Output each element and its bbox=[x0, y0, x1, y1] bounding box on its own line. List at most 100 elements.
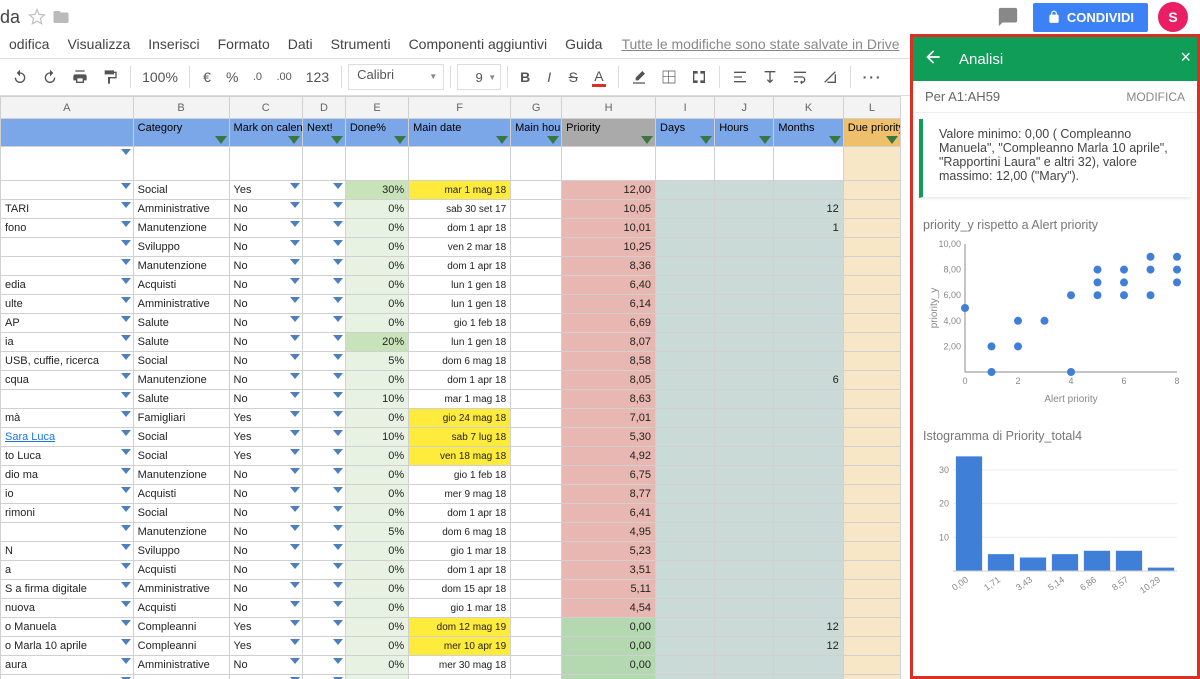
cell[interactable] bbox=[511, 276, 562, 295]
cell[interactable]: 0,00 bbox=[562, 618, 656, 637]
cell[interactable]: Amministrative bbox=[133, 580, 229, 599]
cell[interactable] bbox=[656, 200, 715, 219]
cell[interactable]: mer 9 mag 18 bbox=[409, 485, 511, 504]
cell[interactable] bbox=[303, 523, 346, 542]
cell[interactable]: 8,05 bbox=[562, 371, 656, 390]
v-align-button[interactable] bbox=[756, 65, 784, 89]
cell[interactable] bbox=[656, 580, 715, 599]
cell[interactable]: 0% bbox=[345, 618, 408, 637]
cell[interactable] bbox=[843, 314, 900, 333]
menu-item[interactable]: Formato bbox=[209, 32, 279, 56]
cell[interactable]: TARI bbox=[1, 200, 134, 219]
cell[interactable] bbox=[774, 561, 843, 580]
cell[interactable] bbox=[303, 238, 346, 257]
cell[interactable]: gio 1 feb 18 bbox=[409, 466, 511, 485]
undo-button[interactable] bbox=[6, 65, 34, 89]
cell[interactable] bbox=[843, 147, 900, 181]
cell[interactable]: 5,11 bbox=[562, 580, 656, 599]
cell[interactable]: 0% bbox=[345, 238, 408, 257]
merge-cells-button[interactable] bbox=[685, 65, 713, 89]
cell[interactable]: 0% bbox=[345, 637, 408, 656]
cell[interactable] bbox=[774, 181, 843, 200]
header-cell[interactable]: Main hour bbox=[511, 119, 562, 147]
cell[interactable]: 0% bbox=[345, 447, 408, 466]
cell[interactable] bbox=[843, 200, 900, 219]
cell[interactable]: dom 15 apr 18 bbox=[409, 580, 511, 599]
cell[interactable] bbox=[774, 295, 843, 314]
cell[interactable]: lun 1 gen 18 bbox=[409, 276, 511, 295]
cell[interactable]: ven 18 mag 18 bbox=[409, 447, 511, 466]
cell[interactable]: 3,51 bbox=[562, 561, 656, 580]
cell[interactable] bbox=[715, 181, 774, 200]
cell[interactable]: dom 6 mag 18 bbox=[409, 352, 511, 371]
cell[interactable] bbox=[715, 580, 774, 599]
cell[interactable] bbox=[656, 181, 715, 200]
cell[interactable] bbox=[511, 181, 562, 200]
cell[interactable] bbox=[303, 466, 346, 485]
cell[interactable]: Acquisti bbox=[133, 599, 229, 618]
column-header[interactable]: J bbox=[715, 97, 774, 119]
cell[interactable]: Sviluppo bbox=[133, 542, 229, 561]
cell[interactable] bbox=[656, 675, 715, 679]
cell[interactable] bbox=[1, 238, 134, 257]
cell[interactable]: sab 7 lug 18 bbox=[409, 428, 511, 447]
cell[interactable] bbox=[511, 314, 562, 333]
cell[interactable] bbox=[843, 542, 900, 561]
cell[interactable]: dom 1 apr 18 bbox=[409, 561, 511, 580]
doc-title[interactable]: da bbox=[0, 7, 20, 28]
cell[interactable]: 8,77 bbox=[562, 485, 656, 504]
cell[interactable]: 0% bbox=[345, 371, 408, 390]
format-currency-button[interactable]: € bbox=[196, 65, 218, 89]
cell[interactable] bbox=[511, 447, 562, 466]
cell[interactable] bbox=[843, 409, 900, 428]
cell[interactable] bbox=[843, 276, 900, 295]
cell[interactable] bbox=[303, 295, 346, 314]
cell[interactable] bbox=[511, 561, 562, 580]
cell[interactable]: Manutenzione bbox=[133, 257, 229, 276]
cell[interactable]: o Manuela bbox=[1, 618, 134, 637]
cell[interactable]: 0% bbox=[345, 295, 408, 314]
cell[interactable] bbox=[715, 276, 774, 295]
cell[interactable]: Salute bbox=[133, 390, 229, 409]
cell[interactable]: Amministrative bbox=[133, 656, 229, 675]
cell[interactable]: No bbox=[229, 219, 302, 238]
cell[interactable] bbox=[774, 580, 843, 599]
header-cell[interactable]: Done% bbox=[345, 119, 408, 147]
cell[interactable] bbox=[1, 181, 134, 200]
cell[interactable] bbox=[345, 147, 408, 181]
cell[interactable] bbox=[511, 219, 562, 238]
cell[interactable]: No bbox=[229, 580, 302, 599]
cell[interactable]: mar 1 mag 18 bbox=[409, 390, 511, 409]
cell[interactable] bbox=[656, 466, 715, 485]
increase-decimal-button[interactable]: .00 bbox=[270, 67, 297, 87]
cell[interactable]: No bbox=[229, 656, 302, 675]
cell[interactable]: dom 1 apr 18 bbox=[409, 257, 511, 276]
cell[interactable] bbox=[656, 276, 715, 295]
cell[interactable] bbox=[656, 599, 715, 618]
cell[interactable]: 0% bbox=[345, 542, 408, 561]
cell[interactable]: dom 6 mag 18 bbox=[409, 523, 511, 542]
menu-item[interactable]: Inserisci bbox=[139, 32, 208, 56]
cell[interactable] bbox=[656, 561, 715, 580]
cell[interactable]: Amministrative bbox=[133, 200, 229, 219]
cell[interactable] bbox=[656, 656, 715, 675]
cell[interactable]: Compleanni bbox=[133, 637, 229, 656]
cell[interactable] bbox=[715, 618, 774, 637]
cell[interactable]: No bbox=[229, 352, 302, 371]
cell[interactable]: 0% bbox=[345, 314, 408, 333]
column-header[interactable]: K bbox=[774, 97, 843, 119]
cell[interactable] bbox=[511, 200, 562, 219]
cell[interactable]: No bbox=[229, 466, 302, 485]
font-size-select[interactable]: 9 bbox=[457, 64, 501, 90]
avatar[interactable]: S bbox=[1158, 2, 1188, 32]
cell[interactable] bbox=[656, 637, 715, 656]
cell[interactable]: Acquisti bbox=[133, 485, 229, 504]
cell[interactable]: lun 1 gen 18 bbox=[409, 295, 511, 314]
cell[interactable] bbox=[303, 618, 346, 637]
header-cell[interactable]: Category bbox=[133, 119, 229, 147]
cell[interactable] bbox=[843, 390, 900, 409]
cell[interactable]: No bbox=[229, 504, 302, 523]
column-header[interactable]: F bbox=[409, 97, 511, 119]
cell[interactable]: aura bbox=[1, 656, 134, 675]
cell[interactable]: 4,54 bbox=[562, 599, 656, 618]
